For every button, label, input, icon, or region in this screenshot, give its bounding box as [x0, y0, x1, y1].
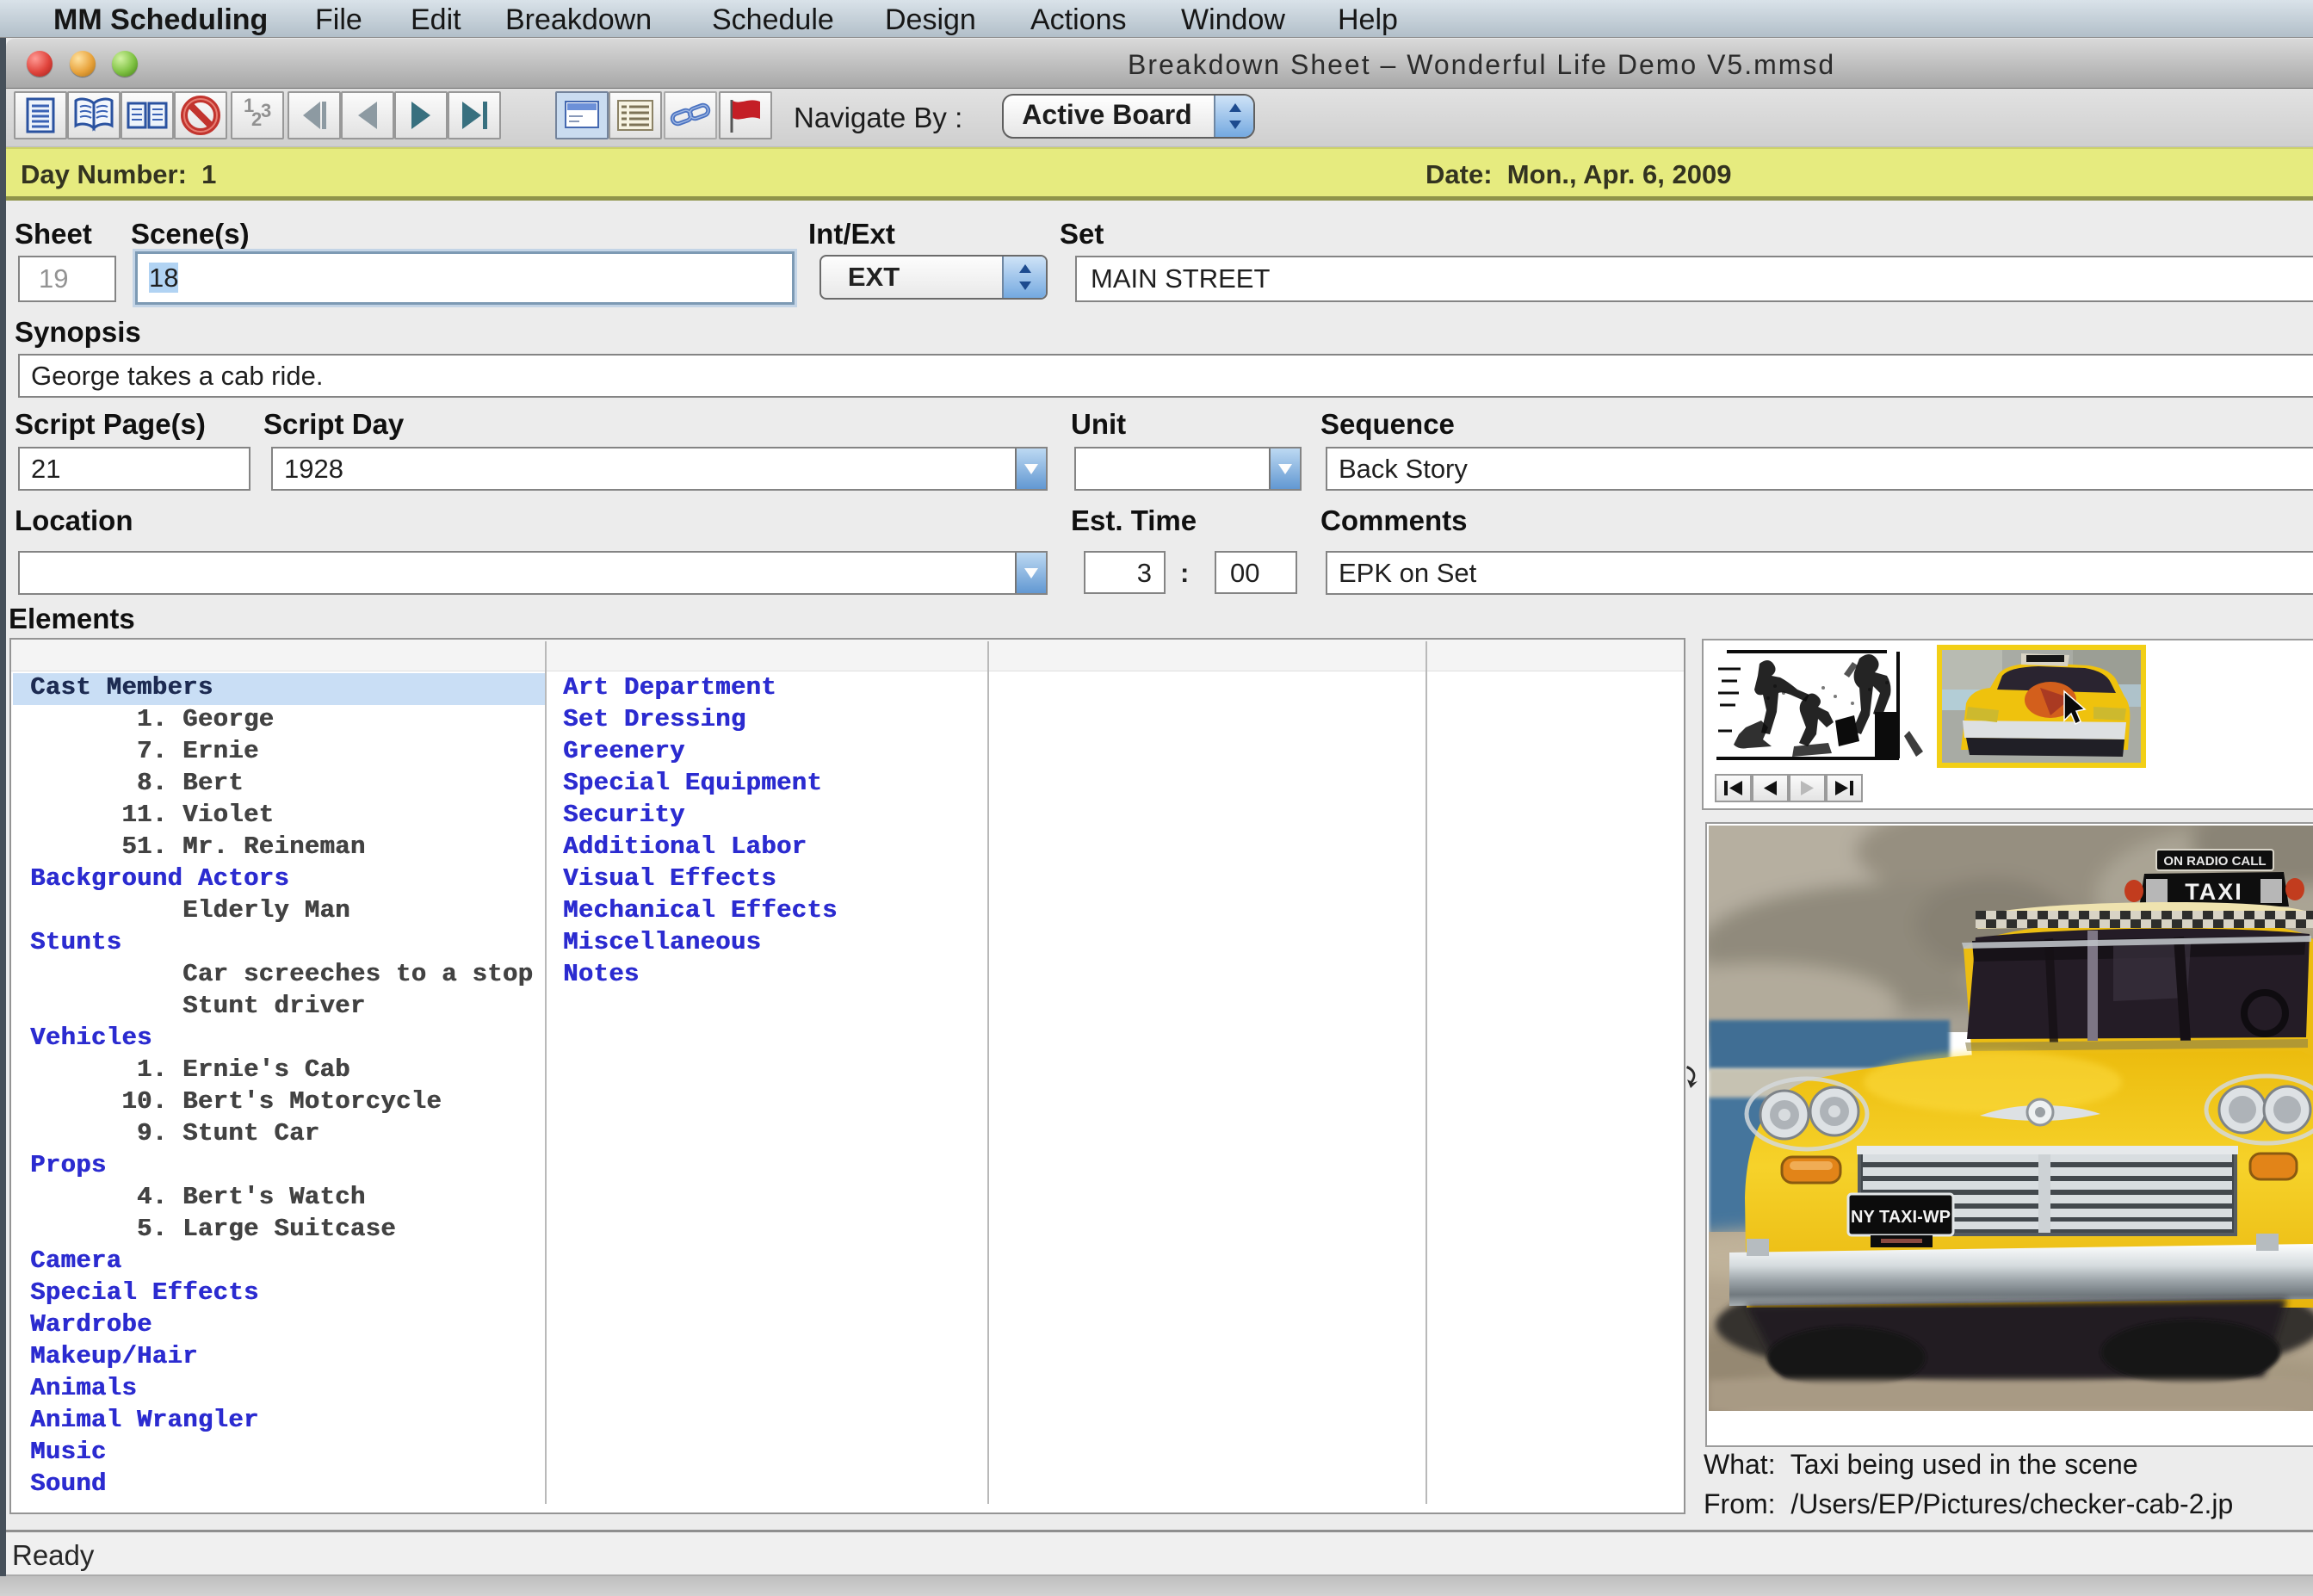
svg-text:NY TAXI-WP: NY TAXI-WP: [1851, 1208, 1951, 1227]
svg-text:3: 3: [261, 100, 271, 121]
svg-text:ON RADIO CALL: ON RADIO CALL: [2163, 854, 2266, 869]
svg-text:TAXI: TAXI: [2185, 879, 2243, 905]
